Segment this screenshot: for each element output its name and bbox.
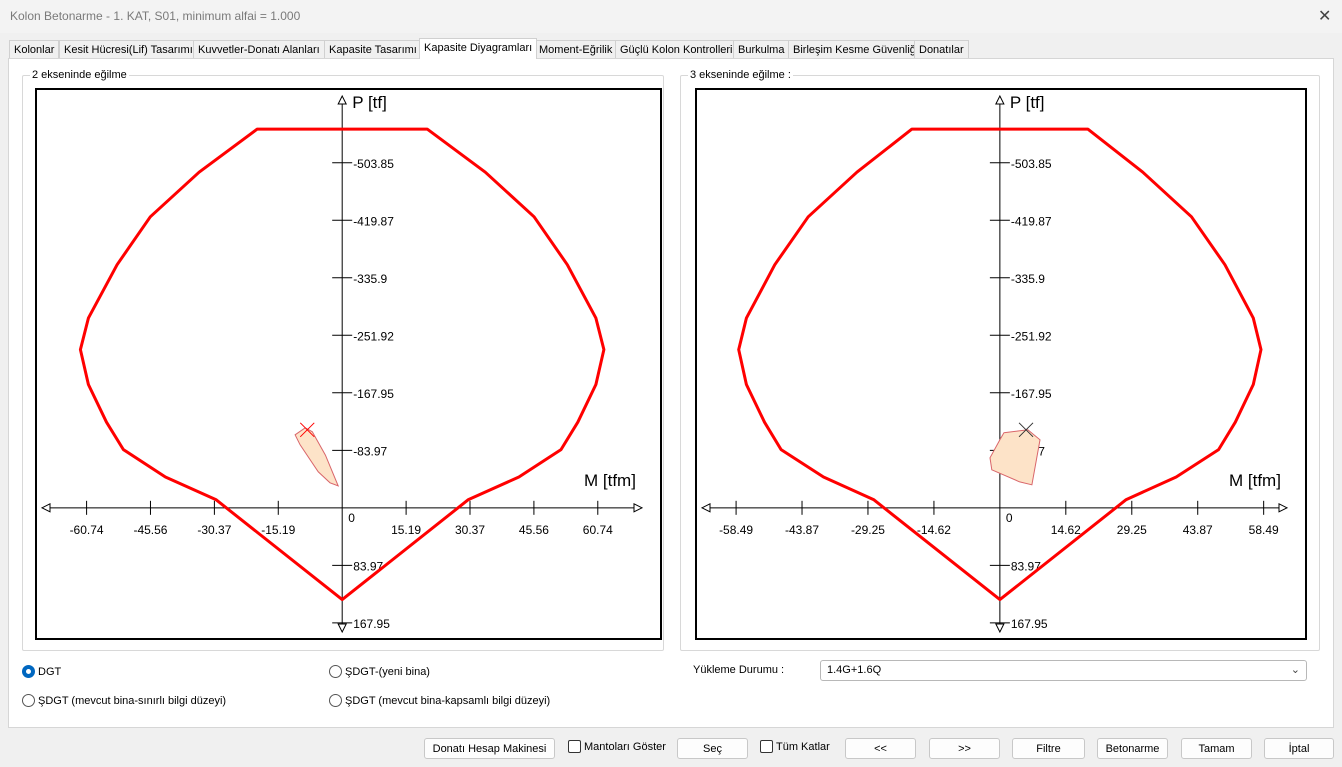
- cancel-button[interactable]: İptal: [1264, 738, 1334, 759]
- tab-kapasite-diyagramlari[interactable]: Kapasite Diyagramları: [419, 38, 538, 59]
- m-tick-label: -60.74: [70, 523, 104, 537]
- p-tick-label: -83.97: [353, 444, 387, 458]
- tab-kuvvetler[interactable]: Kuvvetler-Donatı Alanları: [193, 40, 325, 59]
- radio-label: ŞDGT (mevcut bina-sınırlı bilgi düzeyi): [38, 694, 227, 707]
- rebar-calculator-button[interactable]: Donatı Hesap Makinesi: [424, 738, 555, 759]
- m-tick-label: -29.25: [851, 523, 885, 537]
- previous-button[interactable]: <<: [845, 738, 916, 759]
- p-tick-label: -503.85: [1011, 157, 1052, 171]
- radio-label: ŞDGT-(yeni bina): [345, 665, 430, 678]
- p-tick-label: -419.87: [353, 214, 394, 228]
- m-tick-label: -58.49: [719, 523, 753, 537]
- p-tick-label: -167.95: [1011, 387, 1052, 401]
- m-axis-label: M [tfm]: [1229, 471, 1281, 490]
- radio-label: DGT: [38, 665, 62, 678]
- radio-button[interactable]: [329, 665, 342, 678]
- m-tick-label: 60.74: [583, 523, 613, 537]
- plot-frame: [35, 88, 662, 640]
- tab-donatilar[interactable]: Donatılar: [914, 40, 969, 59]
- m-tick-label: 15.19: [391, 523, 421, 537]
- m-tick-label: 14.62: [1051, 523, 1081, 537]
- radio-dgt[interactable]: DGT: [22, 665, 61, 678]
- show-jackets-checkbox[interactable]: Mantoları Göster: [568, 740, 666, 753]
- p-tick-label: -167.95: [353, 387, 394, 401]
- p-tick-label: -503.85: [353, 157, 394, 171]
- load-case-value: 1.4G+1.6Q: [827, 664, 882, 676]
- concrete-button[interactable]: Betonarme: [1097, 738, 1168, 759]
- group-axis-2-label: 2 ekseninde eğilme: [30, 69, 129, 81]
- radio-label: ŞDGT (mevcut bina-kapsamlı bilgi düzeyi): [345, 694, 551, 707]
- m-tick-label: 29.25: [1117, 523, 1147, 537]
- tab-kapasite-tasarimi[interactable]: Kapasite Tasarımı: [324, 40, 422, 59]
- load-case-label: Yükleme Durumu :: [693, 664, 785, 676]
- radio-button[interactable]: [22, 665, 35, 678]
- radio-button[interactable]: [22, 694, 35, 707]
- radio-button[interactable]: [329, 694, 342, 707]
- ok-button[interactable]: Tamam: [1181, 738, 1252, 759]
- checkbox[interactable]: [568, 740, 581, 753]
- p-tick-label: -419.87: [1011, 214, 1052, 228]
- close-icon[interactable]: ✕: [1318, 6, 1331, 26]
- title-bar: Kolon Betonarme - 1. KAT, S01, minimum a…: [0, 0, 1342, 33]
- checkbox-label: Mantoları Göster: [584, 740, 666, 753]
- m-tick-label: 30.37: [455, 523, 485, 537]
- p-tick-label: -335.9: [353, 272, 387, 286]
- load-case-select[interactable]: 1.4G+1.6Q ⌄: [820, 660, 1307, 681]
- m-tick-label: 43.87: [1183, 523, 1213, 537]
- checkbox-label: Tüm Katlar: [776, 740, 830, 753]
- m-tick-label: -30.37: [197, 523, 231, 537]
- chevron-down-icon: ⌄: [1290, 664, 1300, 676]
- tab-moment-egrilik[interactable]: Moment-Eğrilik: [534, 40, 618, 59]
- tab-burkulma[interactable]: Burkulma: [733, 40, 790, 59]
- m-tick-label: -43.87: [785, 523, 819, 537]
- filter-button[interactable]: Filtre: [1012, 738, 1085, 759]
- p-tick-label: -335.9: [1011, 272, 1045, 286]
- m-tick-label: 0: [1006, 511, 1013, 525]
- interaction-diagram-axis-3: P [tf] M [tfm] -58.49 -43.87 -29.25 -14.62 0 14…: [695, 88, 1307, 640]
- p-tick-label: -251.92: [353, 329, 394, 343]
- tab-kolonlar[interactable]: Kolonlar: [9, 40, 60, 59]
- radio-sdgt-sinirli[interactable]: ŞDGT (mevcut bina-sınırlı bilgi düzeyi): [22, 694, 226, 707]
- radio-sdgt-yeni[interactable]: ŞDGT-(yeni bina): [329, 665, 430, 678]
- select-button[interactable]: Seç: [677, 738, 748, 759]
- group-axis-3-label: 3 ekseninde eğilme :: [688, 69, 793, 81]
- m-tick-label: -45.56: [133, 523, 167, 537]
- radio-sdgt-kapsamli[interactable]: ŞDGT (mevcut bina-kapsamlı bilgi düzeyi): [329, 694, 550, 707]
- all-floors-checkbox[interactable]: Tüm Katlar: [760, 740, 830, 753]
- m-tick-label: -15.19: [261, 523, 295, 537]
- checkbox[interactable]: [760, 740, 773, 753]
- p-tick-label: -251.92: [1011, 329, 1052, 343]
- m-tick-label: -14.62: [917, 523, 951, 537]
- m-tick-label: 58.49: [1249, 523, 1279, 537]
- interaction-diagram-axis-2: P [tf] M [tfm] -60.74 -45.56 -30.37 -15.19 0 15…: [35, 88, 662, 640]
- tab-kesit-hucresi[interactable]: Kesit Hücresi(Lif) Tasarımı: [59, 40, 198, 59]
- next-button[interactable]: >>: [929, 738, 1000, 759]
- m-tick-label: 45.56: [519, 523, 549, 537]
- m-axis-label: M [tfm]: [584, 471, 636, 490]
- m-tick-label: 0: [348, 511, 355, 525]
- p-axis-label: P [tf]: [1010, 93, 1045, 112]
- p-tick-label: 167.95: [1011, 617, 1048, 631]
- tab-guclu-kolon[interactable]: Güçlü Kolon Kontrolleri: [615, 40, 738, 59]
- plot-frame: [695, 88, 1307, 640]
- p-axis-label: P [tf]: [352, 93, 387, 112]
- p-tick-label: 167.95: [353, 617, 390, 631]
- window-title: Kolon Betonarme - 1. KAT, S01, minimum a…: [10, 9, 301, 23]
- tab-birlesim[interactable]: Birleşim Kesme Güvenliği: [788, 40, 924, 59]
